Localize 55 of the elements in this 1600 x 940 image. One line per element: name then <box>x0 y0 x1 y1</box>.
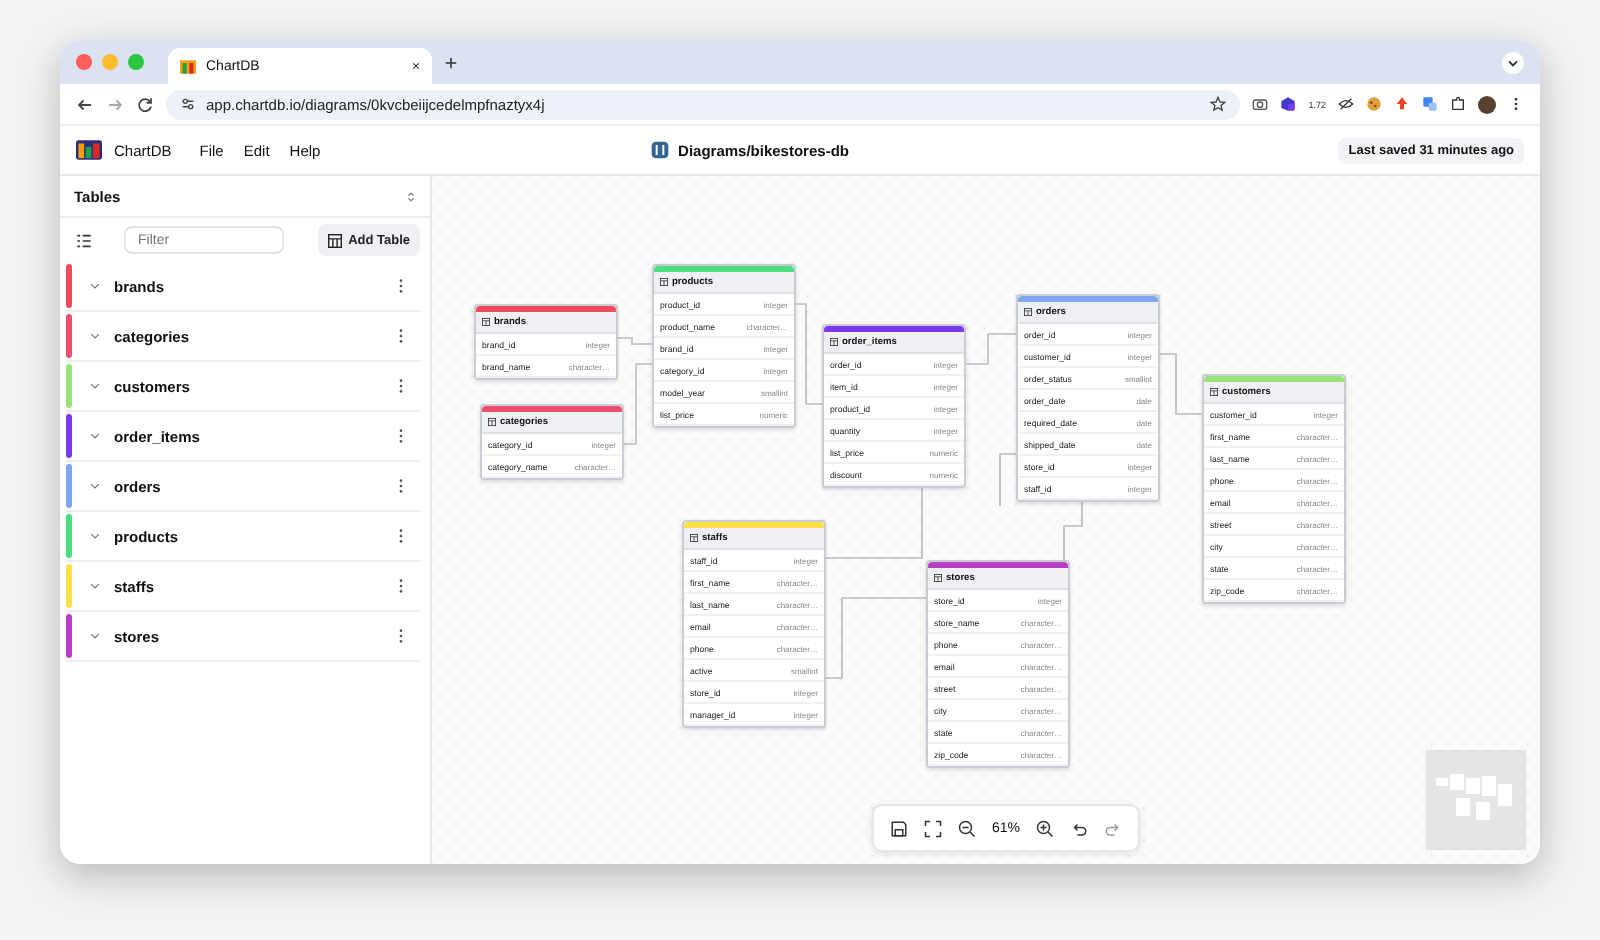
more-options-icon[interactable] <box>398 478 404 494</box>
table-icon <box>1024 308 1032 316</box>
zoom-out-icon[interactable] <box>958 819 976 837</box>
redo-icon[interactable] <box>1104 819 1123 837</box>
relation-line <box>619 363 653 445</box>
puzzle-icon[interactable] <box>1450 96 1466 112</box>
camera-icon[interactable] <box>1252 96 1269 112</box>
chevron-down-icon[interactable] <box>90 432 100 440</box>
fit-view-icon[interactable] <box>924 819 942 837</box>
chevron-down-icon[interactable] <box>90 482 100 490</box>
list-icon[interactable] <box>76 233 92 247</box>
table-icon <box>690 534 698 542</box>
table-icon <box>482 318 490 326</box>
more-options-icon[interactable] <box>398 528 404 544</box>
table-icon <box>934 574 942 582</box>
table-icon <box>1210 388 1218 396</box>
relation-line <box>999 453 1017 507</box>
more-options-icon[interactable] <box>398 578 404 594</box>
upload-arrow-icon[interactable] <box>1394 96 1410 112</box>
chevron-down-icon[interactable] <box>90 282 100 290</box>
undo-icon[interactable] <box>1070 819 1089 837</box>
collapse-icon[interactable] <box>406 189 416 203</box>
zoom-in-icon[interactable] <box>1036 819 1055 837</box>
translate-icon[interactable] <box>1422 96 1438 112</box>
more-options-icon[interactable] <box>398 378 404 394</box>
more-options-icon[interactable] <box>398 628 404 644</box>
chevron-down-icon[interactable] <box>90 532 100 540</box>
chevron-down-icon[interactable] <box>90 582 100 590</box>
more-options-icon[interactable] <box>398 328 404 344</box>
relation-line <box>961 333 1017 365</box>
relation-line <box>1155 353 1203 415</box>
chevron-down-icon[interactable] <box>90 632 100 640</box>
chevron-down-icon[interactable] <box>90 332 100 340</box>
tab-search-icon[interactable] <box>1502 51 1524 73</box>
site-settings-icon[interactable] <box>180 96 196 112</box>
extension-icon[interactable] <box>1280 96 1297 112</box>
back-icon[interactable] <box>76 95 94 113</box>
save-icon[interactable] <box>890 819 908 837</box>
table-icon <box>830 338 838 346</box>
close-tab-icon[interactable] <box>412 62 420 70</box>
app-logo-icon <box>76 140 102 160</box>
more-options-icon[interactable] <box>398 428 404 444</box>
table-icon <box>328 233 343 247</box>
more-options-icon[interactable] <box>398 278 404 294</box>
database-icon <box>650 140 671 160</box>
table-icon <box>660 278 668 286</box>
new-tab-icon[interactable] <box>444 55 458 69</box>
bookmark-star-icon[interactable] <box>1210 96 1227 112</box>
table-icon <box>488 418 496 426</box>
eye-slash-icon[interactable] <box>1338 96 1354 112</box>
profile-avatar[interactable] <box>1478 95 1496 113</box>
chevron-down-icon[interactable] <box>90 382 100 390</box>
reload-icon[interactable] <box>136 95 154 113</box>
cookie-icon[interactable] <box>1366 96 1382 112</box>
app-logo-icon <box>180 59 196 73</box>
